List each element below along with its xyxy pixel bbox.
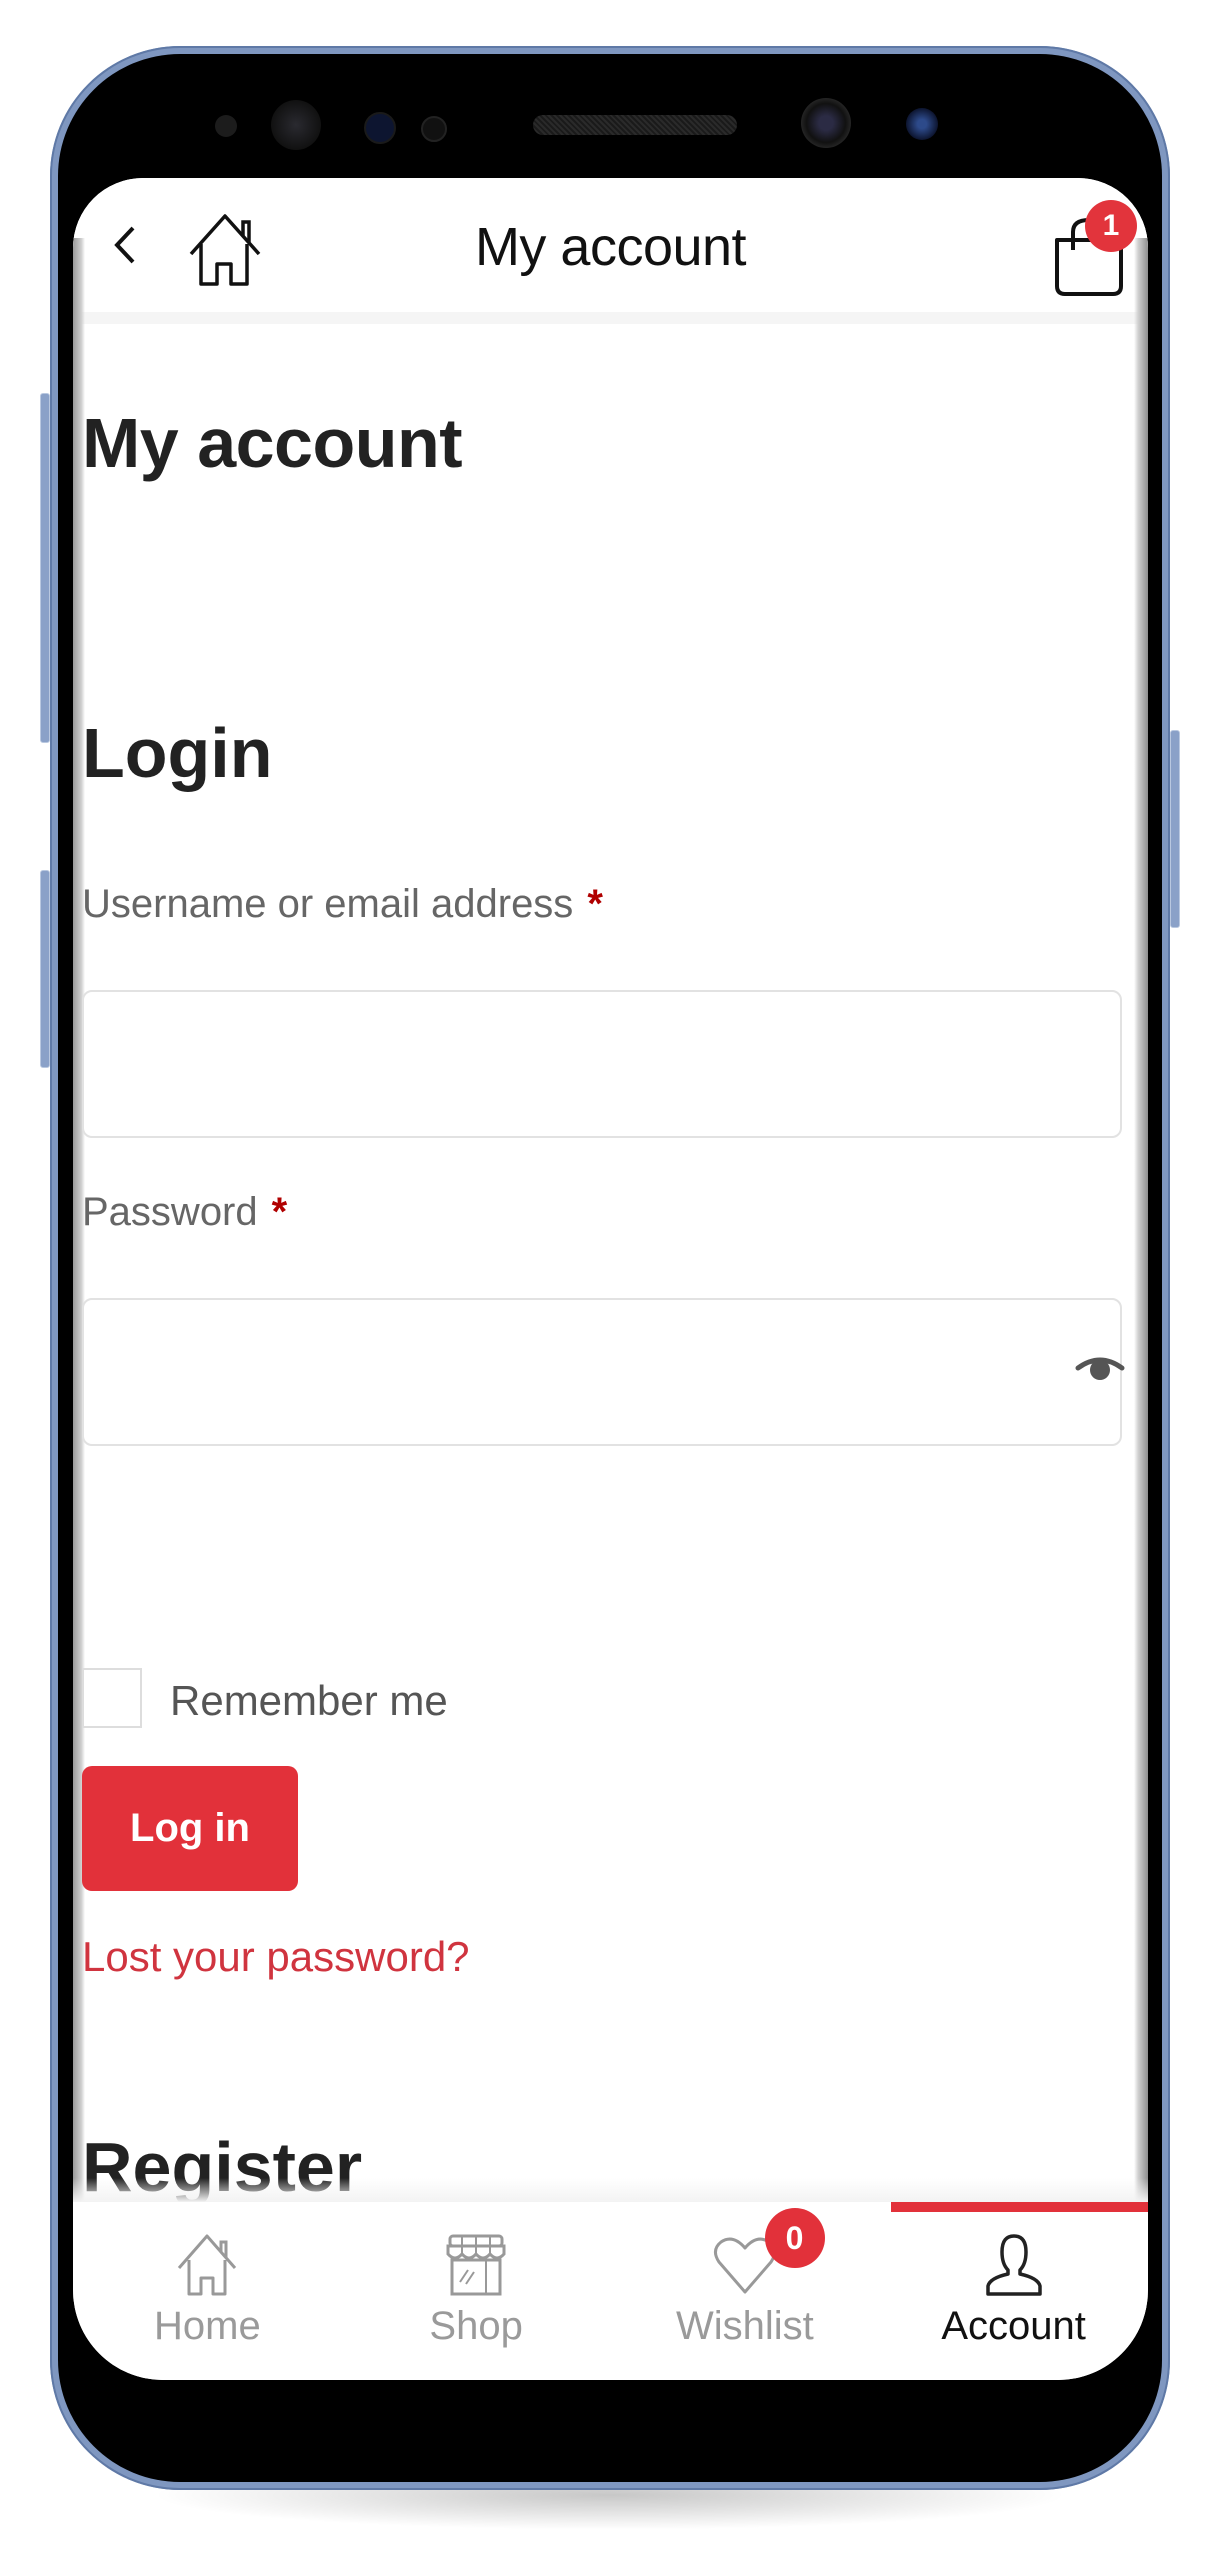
proximity-sensor — [364, 112, 396, 144]
power-button — [1170, 730, 1180, 928]
earpiece-speaker — [533, 115, 737, 135]
volume-up-button — [40, 393, 50, 743]
header-title: My account — [474, 217, 747, 277]
nav-label-wishlist: Wishlist — [675, 2304, 814, 2348]
required-marker: * — [271, 1190, 288, 1234]
password-input[interactable] — [82, 1298, 1122, 1446]
nav-label-account: Account — [941, 2304, 1086, 2348]
screen-curved-edge-left — [73, 238, 85, 2298]
login-button[interactable]: Log in — [82, 1766, 298, 1891]
nav-top-shadow — [73, 2178, 1148, 2202]
nav-label-shop: Shop — [429, 2304, 523, 2348]
show-password-button[interactable] — [1074, 1352, 1126, 1392]
front-camera-icon — [801, 98, 851, 148]
sensor-dot — [215, 115, 237, 137]
cart-count-badge: 1 — [1085, 200, 1137, 252]
remember-me-label: Remember me — [170, 1677, 448, 1724]
app-screen: My account 1 My account Login Username o… — [73, 178, 1148, 2380]
nav-item-account[interactable]: Account — [879, 2202, 1148, 2380]
remember-me-checkbox[interactable] — [82, 1668, 142, 1728]
nav-item-wishlist[interactable]: 0 Wishlist — [611, 2202, 880, 2380]
user-icon — [985, 2234, 1042, 2296]
password-label-text: Password — [82, 1190, 258, 1234]
volume-down-button — [40, 870, 50, 1068]
home-icon — [178, 2234, 237, 2296]
lost-password-link[interactable]: Lost your password? — [82, 1936, 470, 1978]
secondary-camera — [906, 108, 938, 140]
nav-item-home[interactable]: Home — [73, 2202, 342, 2380]
app-header: My account 1 — [73, 178, 1148, 324]
screen-curved-edge-right — [1134, 238, 1148, 2298]
storefront-icon — [446, 2234, 506, 2296]
required-marker: * — [587, 882, 603, 926]
username-input[interactable] — [82, 990, 1122, 1138]
wishlist-count-badge: 0 — [764, 2208, 825, 2268]
nav-label-home: Home — [154, 2304, 261, 2348]
light-sensor — [421, 116, 447, 142]
eye-icon — [1075, 1357, 1125, 1380]
login-heading: Login — [82, 714, 273, 792]
password-label: Password * — [82, 1192, 287, 1232]
username-label: Username or email address * — [82, 884, 603, 924]
page-title: My account — [82, 404, 463, 482]
iris-sensor — [271, 100, 321, 150]
username-label-text: Username or email address — [82, 882, 574, 926]
active-tab-indicator — [891, 2202, 1148, 2212]
nav-item-shop[interactable]: Shop — [342, 2202, 611, 2380]
bottom-navigation: Home Shop 0 Wishlist Account — [73, 2202, 1148, 2380]
